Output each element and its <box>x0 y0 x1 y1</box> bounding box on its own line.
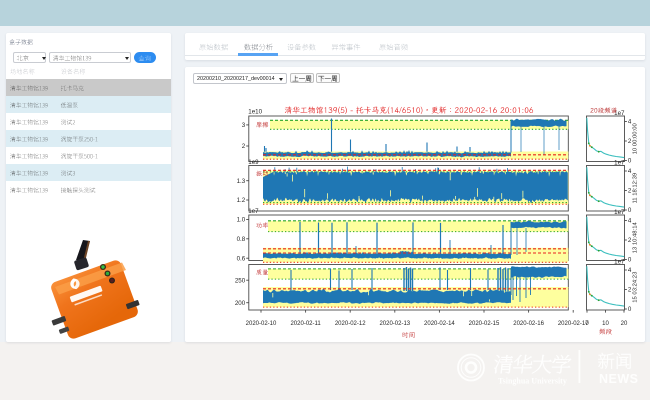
svg-text:4: 4 <box>628 119 632 126</box>
svg-text:1.2: 1.2 <box>237 197 246 204</box>
svg-text:0: 0 <box>585 321 589 327</box>
svg-text:10: 10 <box>602 321 609 327</box>
svg-text:200: 200 <box>235 300 246 307</box>
svg-text:0.6: 0.6 <box>237 255 246 262</box>
svg-text:2020-02-10: 2020-02-10 <box>246 321 277 327</box>
svg-text:1.3: 1.3 <box>237 178 246 185</box>
svg-text:1.0: 1.0 <box>237 217 246 224</box>
svg-text:250: 250 <box>235 277 246 284</box>
svg-text:13 10:48:14: 13 10:48:14 <box>633 222 639 254</box>
svg-text:1e7: 1e7 <box>614 110 625 117</box>
svg-text:4: 4 <box>628 267 632 274</box>
svg-text:1e10: 1e10 <box>248 108 262 115</box>
svg-text:1e7: 1e7 <box>614 159 625 166</box>
svg-text:2: 2 <box>242 143 246 150</box>
svg-text:1e7: 1e7 <box>248 208 259 215</box>
svg-text:2: 2 <box>628 138 632 145</box>
svg-text:2020-02-16: 2020-02-16 <box>513 321 544 327</box>
svg-text:3: 3 <box>242 122 246 129</box>
svg-text:1e7: 1e7 <box>614 258 625 265</box>
svg-text:2: 2 <box>628 237 632 244</box>
svg-text:0.8: 0.8 <box>237 236 246 243</box>
svg-text:2020-02-15: 2020-02-15 <box>469 321 500 327</box>
svg-text:2020-02-14: 2020-02-14 <box>424 321 455 327</box>
svg-text:0: 0 <box>628 207 632 214</box>
svg-text:2: 2 <box>628 188 632 195</box>
svg-text:15 03:24:23: 15 03:24:23 <box>633 271 639 303</box>
svg-text:0: 0 <box>628 257 632 264</box>
svg-text:11 18:12:39: 11 18:12:39 <box>633 173 639 204</box>
svg-text:20: 20 <box>621 321 628 327</box>
svg-text:2020-02-11: 2020-02-11 <box>290 321 321 327</box>
svg-text:2020-02-12: 2020-02-12 <box>335 321 366 327</box>
svg-text:0: 0 <box>628 158 632 165</box>
svg-text:1e9: 1e9 <box>248 159 259 166</box>
svg-text:2020-02-13: 2020-02-13 <box>379 321 410 327</box>
svg-text:1e7: 1e7 <box>614 209 625 216</box>
svg-text:10 00:00:00: 10 00:00:00 <box>633 123 639 155</box>
svg-text:0: 0 <box>628 306 632 313</box>
svg-text:2: 2 <box>628 287 632 294</box>
svg-text:4: 4 <box>628 168 632 175</box>
svg-text:4: 4 <box>628 218 632 225</box>
